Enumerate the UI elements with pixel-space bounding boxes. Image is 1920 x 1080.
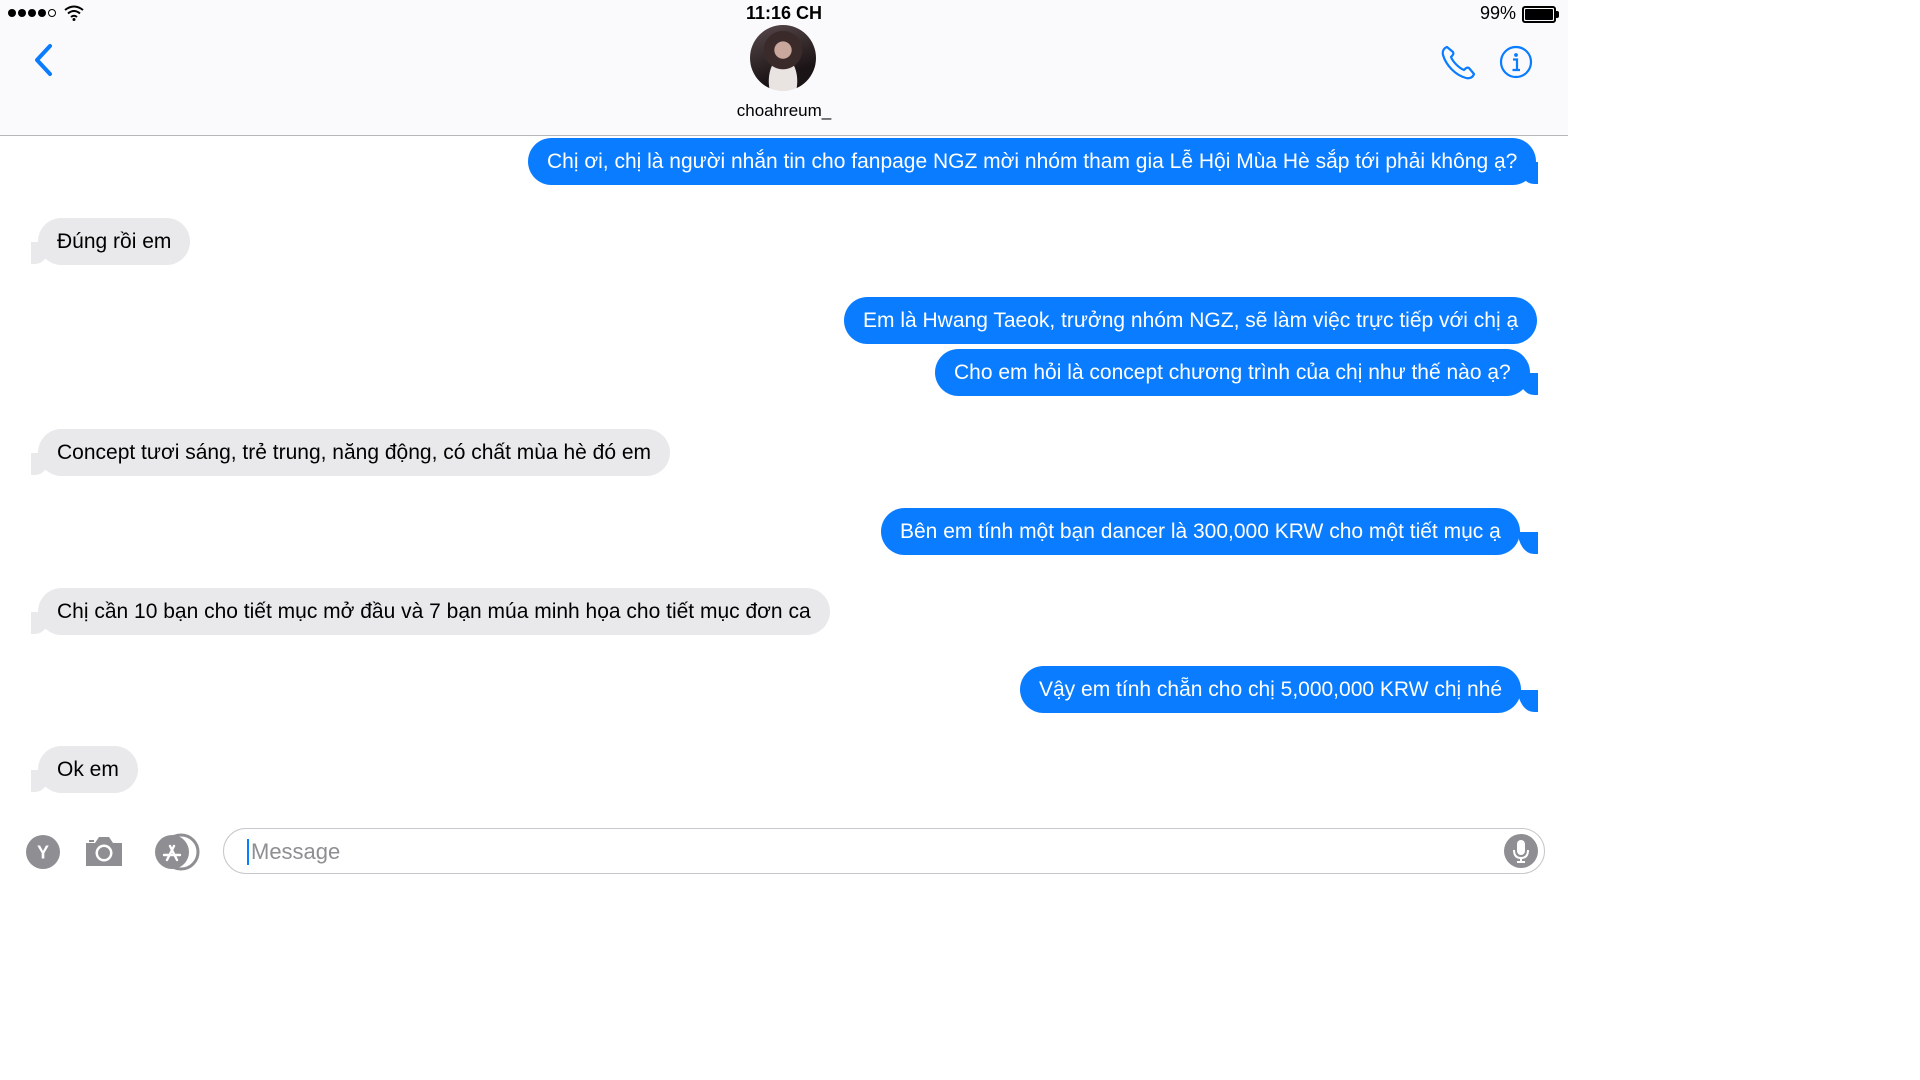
message-bubble-incoming[interactable]: Concept tươi sáng, trẻ trung, năng động,…	[38, 429, 671, 476]
app-store-icon[interactable]	[152, 833, 202, 871]
message-bubble-incoming[interactable]: Chị cần 10 bạn cho tiết mục mở đầu và 7 …	[38, 588, 830, 635]
contact-avatar[interactable]	[750, 25, 816, 91]
status-bar: 11:16 CH 99%	[0, 0, 1568, 26]
battery-icon	[1522, 6, 1559, 23]
contact-name[interactable]: choahreum_	[0, 101, 1568, 121]
battery-percent: 99%	[1479, 3, 1516, 23]
message-input[interactable]: Message	[223, 828, 1545, 874]
message-bubble-outgoing[interactable]: Bên em tính một bạn dancer là 300,000 KR…	[881, 508, 1520, 555]
message-bubble-outgoing[interactable]: Chị ơi, chị là người nhắn tin cho fanpag…	[528, 138, 1537, 185]
status-time: 11:16 CH	[745, 3, 823, 23]
y-app-icon[interactable]: Y	[25, 834, 61, 870]
message-bubble-outgoing[interactable]: Vậy em tính chẵn cho chị 5,000,000 KRW c…	[1020, 666, 1522, 713]
back-chevron-icon[interactable]	[30, 42, 60, 78]
message-bubble-outgoing[interactable]: Cho em hỏi là concept chương trình của c…	[935, 349, 1530, 396]
messages-screen: choahreum_ 11:16 CH 99% Chị ơi, chị là n…	[0, 0, 1568, 880]
message-bubble-outgoing[interactable]: Em là Hwang Taeok, trưởng nhóm NGZ, sẽ l…	[844, 297, 1538, 344]
phone-icon[interactable]	[1438, 43, 1478, 83]
message-bubble-incoming[interactable]: Ok em	[38, 746, 138, 793]
microphone-icon[interactable]	[1504, 834, 1538, 868]
battery-level-fill	[1525, 9, 1553, 20]
message-placeholder: Message	[251, 839, 341, 864]
message-bubble-incoming[interactable]: Đúng rồi em	[38, 218, 191, 265]
svg-text:Y: Y	[37, 843, 49, 863]
text-caret	[247, 839, 249, 865]
info-icon[interactable]	[1499, 45, 1533, 79]
camera-icon[interactable]	[83, 833, 125, 869]
